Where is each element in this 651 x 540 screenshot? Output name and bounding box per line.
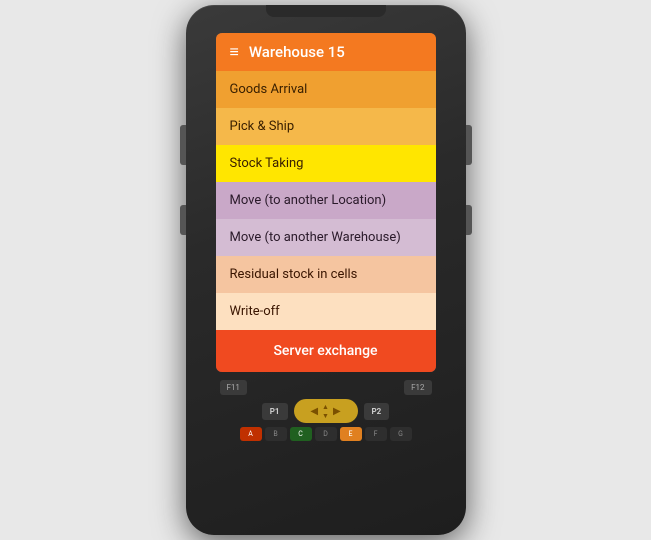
menu-item-move-warehouse[interactable]: Move (to another Warehouse): [216, 219, 436, 256]
fn-row: F11 F12: [216, 380, 436, 395]
menu-item-move-location[interactable]: Move (to another Location): [216, 182, 436, 219]
menu-item-pick-ship[interactable]: Pick & Ship: [216, 108, 436, 145]
alpha-row: A B C D E F G: [216, 427, 436, 441]
menu-list: Goods Arrival Pick & Ship Stock Taking M…: [216, 71, 436, 330]
app-header: ≡ Warehouse 15: [216, 33, 436, 71]
side-button-left-top[interactable]: [180, 125, 186, 165]
p1-button[interactable]: P1: [262, 403, 288, 420]
server-exchange-button[interactable]: Server exchange: [216, 330, 436, 372]
fn12-button[interactable]: F12: [404, 380, 431, 395]
dpad[interactable]: ◀ ▲▼ ▶: [294, 399, 358, 423]
menu-item-writeoff[interactable]: Write-off: [216, 293, 436, 330]
alpha-g-button[interactable]: G: [390, 427, 412, 441]
app-title: Warehouse 15: [249, 43, 345, 61]
p2-button[interactable]: P2: [364, 403, 390, 420]
menu-item-stock-taking[interactable]: Stock Taking: [216, 145, 436, 182]
alpha-f-button[interactable]: F: [365, 427, 387, 441]
side-button-right-top[interactable]: [466, 125, 472, 165]
alpha-d-button[interactable]: D: [315, 427, 337, 441]
alpha-b-button[interactable]: B: [265, 427, 287, 441]
menu-item-residual[interactable]: Residual stock in cells: [216, 256, 436, 293]
device-screen: ≡ Warehouse 15 Goods Arrival Pick & Ship…: [216, 33, 436, 372]
alpha-e-button[interactable]: E: [340, 427, 362, 441]
dpad-left-icon: ◀: [310, 406, 318, 417]
dpad-up-icon: ▲▼: [322, 403, 329, 420]
nav-row: P1 ◀ ▲▼ ▶ P2: [216, 399, 436, 423]
menu-item-goods-arrival[interactable]: Goods Arrival: [216, 71, 436, 108]
dpad-right-icon: ▶: [333, 406, 341, 417]
alpha-a-button[interactable]: A: [240, 427, 262, 441]
hamburger-icon[interactable]: ≡: [230, 44, 239, 60]
side-button-right-mid[interactable]: [466, 205, 472, 235]
side-button-left-mid[interactable]: [180, 205, 186, 235]
device-top-bump: [266, 5, 386, 17]
keypad-area: F11 F12 P1 ◀ ▲▼ ▶ P2 A B C D E F G: [216, 380, 436, 441]
handheld-device: ≡ Warehouse 15 Goods Arrival Pick & Ship…: [186, 5, 466, 535]
fn11-button[interactable]: F11: [220, 380, 247, 395]
alpha-c-button[interactable]: C: [290, 427, 312, 441]
